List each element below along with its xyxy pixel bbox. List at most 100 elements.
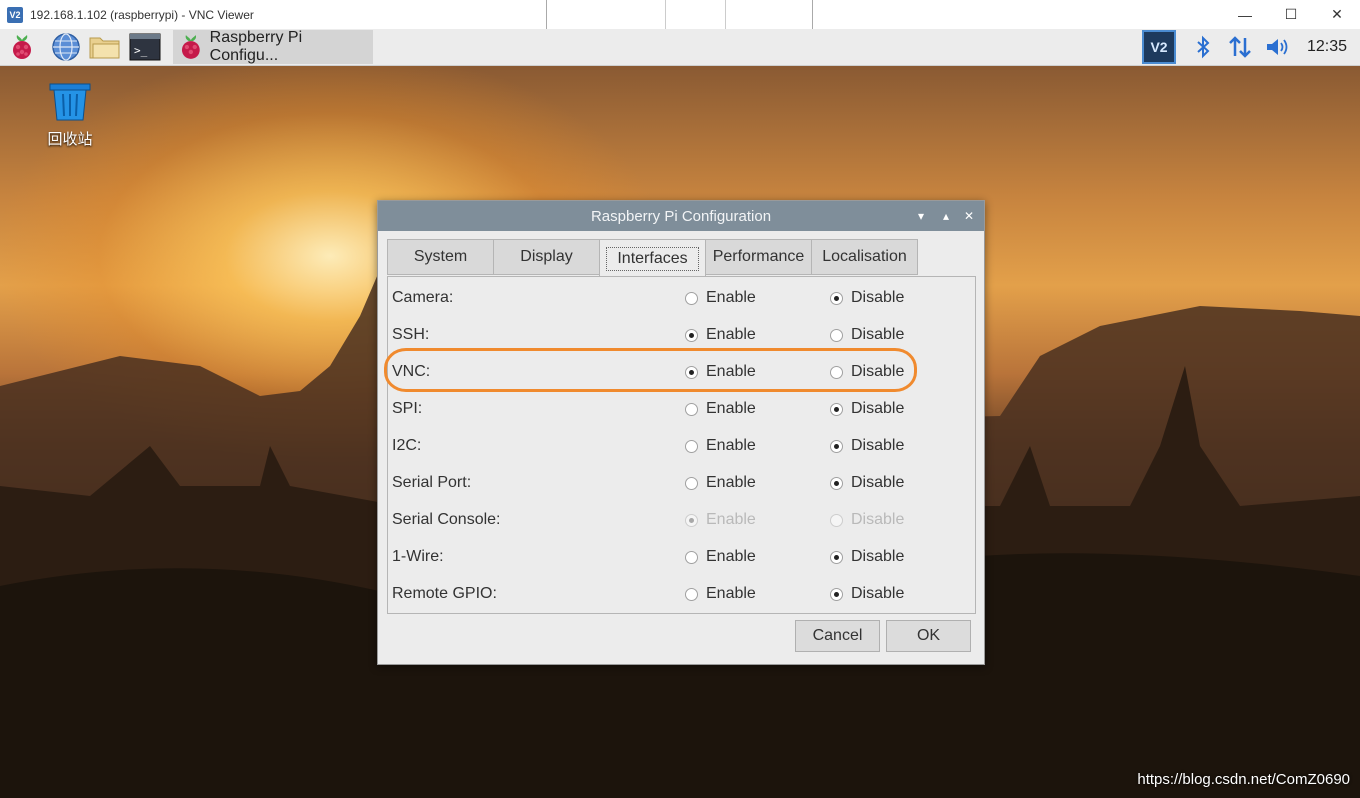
tab-interfaces[interactable]: Interfaces: [599, 239, 706, 277]
ok-button[interactable]: OK: [886, 620, 971, 652]
1-wire-enable-radio[interactable]: Enable: [685, 548, 756, 566]
remote-gpio-enable-radio[interactable]: Enable: [685, 585, 756, 603]
disable-label: Disable: [851, 548, 905, 565]
spi-enable-radio[interactable]: Enable: [685, 400, 756, 418]
vnc-row-highlight-annotation: [384, 348, 917, 392]
interfaces-panel: Camera: Enable Disable SSH: Enable Disable VNC…: [387, 276, 976, 614]
interface-label: SSH:: [392, 326, 430, 343]
radio-button-icon[interactable]: [685, 587, 698, 601]
close-icon[interactable]: ✕: [960, 207, 978, 225]
raspberry-menu-icon[interactable]: [6, 32, 38, 62]
network-icon[interactable]: [1226, 32, 1254, 62]
enable-label: Enable: [706, 400, 756, 417]
disable-label: Disable: [851, 511, 905, 528]
interface-label: Remote GPIO:: [392, 585, 497, 602]
terminal-icon[interactable]: >_: [129, 32, 161, 62]
trash-icon[interactable]: [48, 82, 92, 122]
interface-label: Camera:: [392, 289, 454, 306]
camera-enable-radio[interactable]: Enable: [685, 289, 756, 307]
radio-button-icon[interactable]: [830, 550, 843, 564]
radio-button-icon[interactable]: [685, 328, 698, 342]
interface-label: 1-Wire:: [392, 548, 444, 565]
spi-disable-radio[interactable]: Disable: [830, 400, 904, 418]
interface-row-remote-gpio: Remote GPIO: Enable Disable: [388, 575, 975, 612]
taskbar-window-raspberry-pi-configuration[interactable]: Raspberry Pi Configu...: [173, 29, 373, 64]
disable-label: Disable: [851, 474, 905, 491]
vnc-toolbar-handle[interactable]: [546, 0, 813, 31]
remote-gpio-disable-radio[interactable]: Disable: [830, 585, 904, 603]
radio-button-icon[interactable]: [830, 476, 843, 490]
radio-button-icon[interactable]: [685, 291, 698, 305]
disable-label: Disable: [851, 400, 905, 417]
disable-label: Disable: [851, 585, 905, 602]
camera-disable-radio[interactable]: Disable: [830, 289, 904, 307]
cancel-button[interactable]: Cancel: [795, 620, 880, 652]
chevron-down-icon[interactable]: ▾: [912, 207, 930, 225]
interface-row-camera: Camera: Enable Disable: [388, 279, 975, 316]
ssh-disable-radio[interactable]: Disable: [830, 326, 904, 344]
radio-button-icon[interactable]: [830, 439, 843, 453]
dialog-title: Raspberry Pi Configuration: [590, 207, 772, 225]
i2c-disable-radio[interactable]: Disable: [830, 437, 904, 455]
serial-port-enable-radio[interactable]: Enable: [685, 474, 756, 492]
i2c-enable-radio[interactable]: Enable: [685, 437, 756, 455]
enable-label: Enable: [706, 326, 756, 343]
enable-label: Enable: [706, 437, 756, 454]
serial-console-disable-radio: Disable: [830, 511, 904, 529]
interface-row-spi: SPI: Enable Disable: [388, 390, 975, 427]
volume-icon[interactable]: [1264, 32, 1292, 62]
enable-label: Enable: [706, 548, 756, 565]
interface-label: SPI:: [392, 400, 423, 417]
chevron-up-icon[interactable]: ▴: [937, 207, 955, 225]
serial-port-disable-radio[interactable]: Disable: [830, 474, 904, 492]
dialog-titlebar[interactable]: Raspberry Pi Configuration ▾ ▴ ✕: [378, 201, 984, 231]
enable-label: Enable: [706, 474, 756, 491]
minimize-button[interactable]: —: [1222, 0, 1268, 29]
radio-button-icon[interactable]: [685, 476, 698, 490]
radio-button-icon: [830, 513, 843, 527]
serial-console-enable-radio: Enable: [685, 511, 756, 529]
tab-localisation[interactable]: Localisation: [811, 239, 918, 275]
1-wire-disable-radio[interactable]: Disable: [830, 548, 904, 566]
raspberry-pi-configuration-dialog: Raspberry Pi Configuration ▾ ▴ ✕ System …: [377, 200, 985, 665]
vnc-viewer-logo-icon: V2: [7, 7, 23, 23]
close-button[interactable]: ✕: [1314, 0, 1360, 29]
bluetooth-icon[interactable]: [1189, 32, 1217, 62]
disable-label: Disable: [851, 437, 905, 454]
tab-performance[interactable]: Performance: [705, 239, 812, 275]
enable-label: Enable: [706, 289, 756, 306]
interface-row-i2c: I2C: Enable Disable: [388, 427, 975, 464]
radio-button-icon[interactable]: [685, 550, 698, 564]
tab-display[interactable]: Display: [493, 239, 600, 275]
disable-label: Disable: [851, 326, 905, 343]
taskbar-window-label: Raspberry Pi Configu...: [209, 29, 303, 64]
interface-label: Serial Port:: [392, 474, 472, 491]
radio-button-icon[interactable]: [685, 439, 698, 453]
tab-system[interactable]: System: [387, 239, 494, 275]
vnc-window-title: 192.168.1.102 (raspberrypi) - VNC Viewer: [30, 8, 254, 22]
interface-row-serial-console: Serial Console: Enable Disable: [388, 501, 975, 538]
enable-label: Enable: [706, 585, 756, 602]
enable-label: Enable: [706, 511, 756, 528]
vnc-server-tray-icon[interactable]: V2: [1142, 30, 1176, 64]
vnc-viewer-titlebar: V2 192.168.1.102 (raspberrypi) - VNC Vie…: [0, 0, 1360, 31]
taskbar-clock[interactable]: 12:35: [1307, 38, 1347, 56]
interface-row-serial-port: Serial Port: Enable Disable: [388, 464, 975, 501]
radio-button-icon: [685, 513, 698, 527]
radio-button-icon[interactable]: [685, 402, 698, 416]
radio-button-icon[interactable]: [830, 587, 843, 601]
maximize-button[interactable]: ☐: [1268, 0, 1314, 29]
interface-row-1-wire: 1-Wire: Enable Disable: [388, 538, 975, 575]
interface-label: Serial Console:: [392, 511, 501, 528]
radio-button-icon[interactable]: [830, 328, 843, 342]
svg-text:>_: >_: [134, 44, 148, 57]
radio-button-icon[interactable]: [830, 402, 843, 416]
web-browser-icon[interactable]: [50, 32, 82, 62]
ssh-enable-radio[interactable]: Enable: [685, 326, 756, 344]
interface-label: I2C:: [392, 437, 422, 454]
desktop-taskbar: >_ Raspberry Pi Configu... V2 12:35: [0, 29, 1360, 66]
file-manager-icon[interactable]: [89, 32, 121, 62]
trash-label[interactable]: 回收站: [40, 128, 100, 149]
watermark-text: https://blog.csdn.net/ComZ0690: [1137, 771, 1350, 788]
radio-button-icon[interactable]: [830, 291, 843, 305]
